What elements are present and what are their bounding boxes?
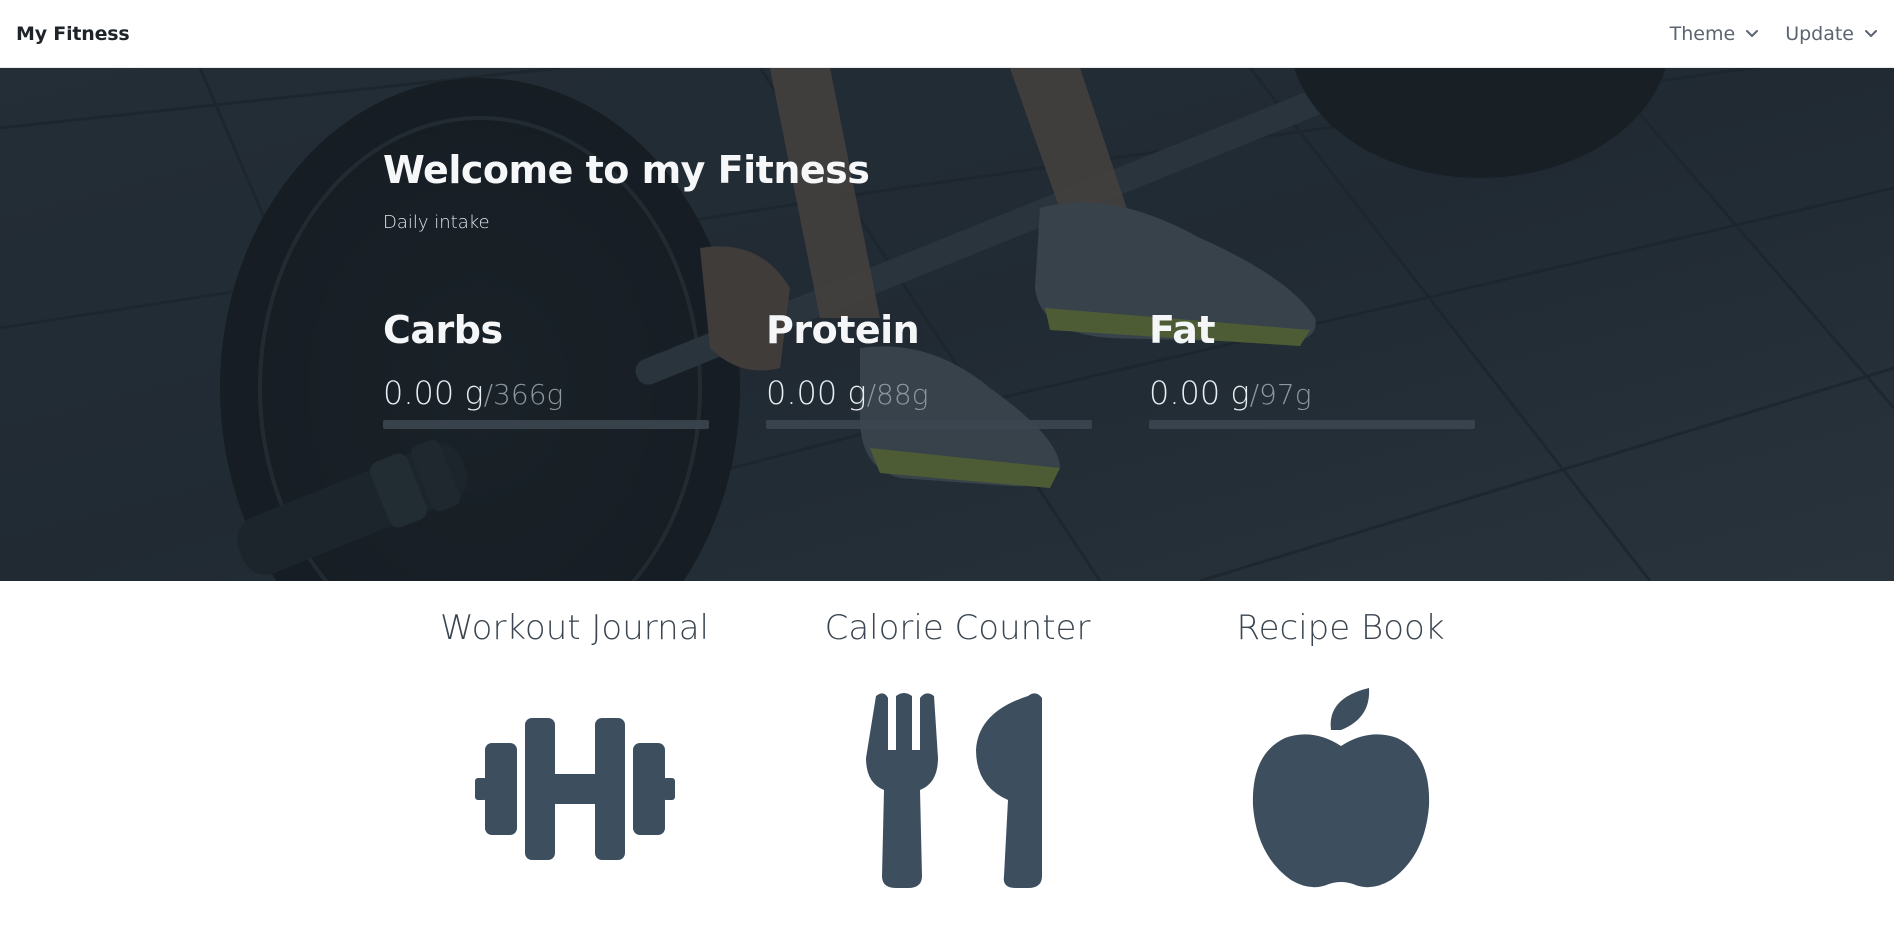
macro-current: 0.00 g [1149, 374, 1250, 412]
workout-journal-card[interactable]: Workout Journal [383, 581, 766, 888]
update-dropdown-label: Update [1785, 22, 1854, 45]
macro-summary: Carbs 0.00 g/366g Protein 0.00 g/88g Fat… [383, 308, 1475, 429]
macro-name: Fat [1149, 308, 1216, 352]
chevron-down-icon [1865, 29, 1877, 37]
feature-cards: Workout Journal Calorie Counter Recipe B… [383, 581, 1532, 888]
hero-banner: Welcome to my Fitness Daily intake Carbs… [0, 68, 1894, 581]
theme-dropdown-label: Theme [1669, 22, 1736, 45]
macro-progress-bar [383, 420, 709, 429]
macro-goal: /366g [483, 378, 564, 411]
macro-goal: /88g [866, 378, 929, 411]
card-title: Workout Journal [440, 608, 709, 648]
macro-progress-bar [766, 420, 1092, 429]
nav-menus: Theme Update [1670, 23, 1878, 45]
card-title: Recipe Book [1236, 608, 1445, 648]
recipe-book-card[interactable]: Recipe Book [1149, 581, 1532, 888]
macro-value: 0.00 g/366g [383, 374, 709, 412]
card-title: Calorie Counter [824, 608, 1091, 648]
dumbbell-icon [474, 718, 675, 860]
macro-fat: Fat 0.00 g/97g [1149, 308, 1475, 429]
hero-content: Welcome to my Fitness Daily intake [383, 148, 1513, 233]
macro-carbs: Carbs 0.00 g/366g [383, 308, 709, 429]
chevron-down-icon [1746, 29, 1759, 37]
macro-current: 0.00 g [383, 374, 484, 412]
macro-name: Carbs [383, 308, 503, 352]
macro-value: 0.00 g/88g [766, 374, 1092, 412]
apple-icon [1252, 688, 1429, 888]
macro-goal: /97g [1249, 378, 1312, 411]
theme-dropdown[interactable]: Theme [1670, 23, 1760, 45]
macro-name: Protein [766, 308, 920, 352]
macro-current: 0.00 g [766, 374, 867, 412]
macro-protein: Protein 0.00 g/88g [766, 308, 1092, 429]
hero-subtitle: Daily intake [383, 212, 490, 233]
brand-link[interactable]: My Fitness [16, 23, 130, 45]
calorie-counter-card[interactable]: Calorie Counter [766, 581, 1149, 888]
update-dropdown[interactable]: Update [1785, 23, 1878, 45]
macro-progress-bar [1149, 420, 1475, 429]
navbar: My Fitness Theme Update [0, 0, 1894, 68]
macro-value: 0.00 g/97g [1149, 374, 1475, 412]
page-title: Welcome to my Fitness [383, 148, 870, 192]
fork-knife-icon [865, 693, 1042, 888]
